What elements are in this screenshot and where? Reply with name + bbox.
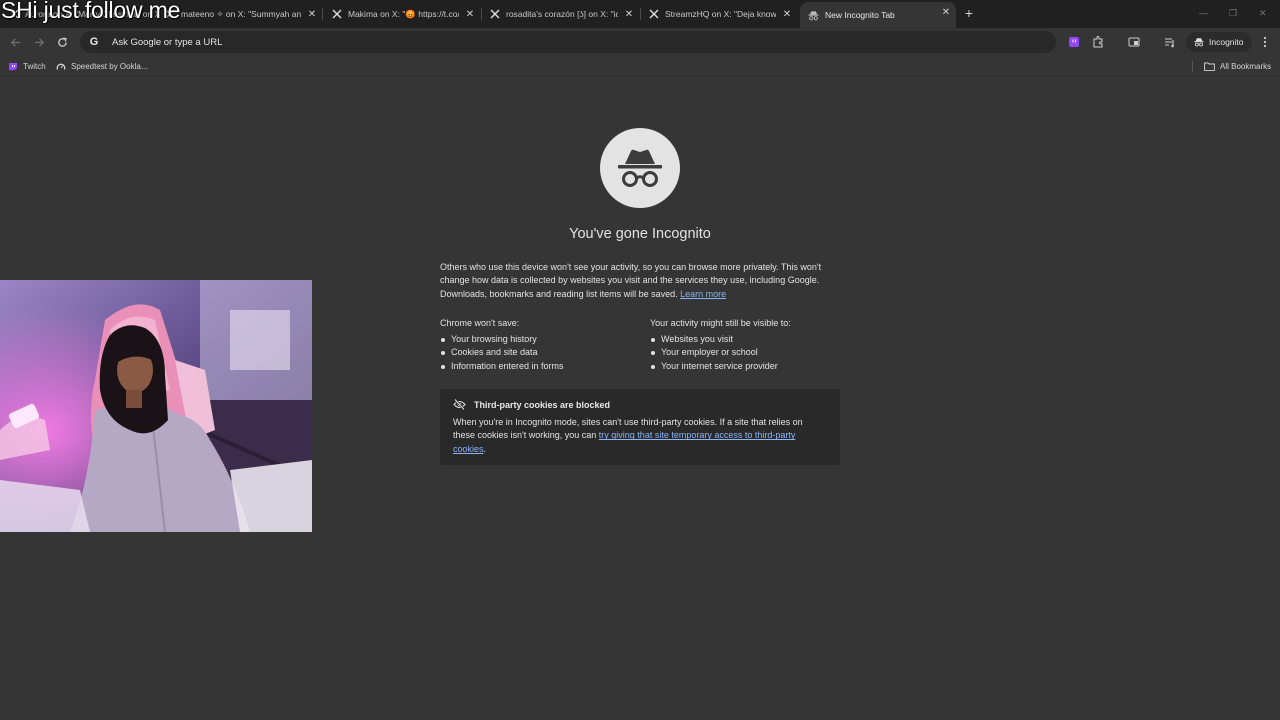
bookmarks-bar: Twitch Speedtest by Ookla... All Bookmar… (0, 56, 1280, 76)
close-icon[interactable]: ✕ (463, 7, 477, 21)
tab-title: mateeno ✧ on X: "Summyah and (181, 8, 301, 19)
still-visible-list: Websites you visit Your employer or scho… (650, 333, 850, 373)
tab-strip: Aurora on X: "Marry Christmas on X" mate… (0, 0, 1280, 28)
tab-title: Makima on X: "😡 https://t.co/ (348, 8, 459, 19)
list-item: Your employer or school (650, 346, 850, 359)
x-icon (648, 9, 659, 20)
close-icon[interactable]: ✕ (780, 7, 794, 21)
close-icon[interactable]: ✕ (622, 7, 636, 21)
eye-off-icon (453, 399, 466, 410)
incognito-profile-button[interactable]: Incognito (1186, 32, 1252, 52)
tab-5[interactable]: StreamzHQ on X: "Deja knows e ✕ (648, 4, 794, 24)
close-window-icon[interactable]: ✕ (1259, 8, 1267, 19)
list-item: Cookies and site data (440, 346, 640, 359)
x-icon (331, 9, 342, 20)
intro-paragraph: Others who use this device won't see you… (440, 261, 840, 301)
twitch-icon (8, 62, 18, 72)
wont-save-section: Chrome won't save: Your browsing history… (440, 317, 640, 373)
intro-text: Others who use this device won't see you… (440, 262, 822, 299)
cookie-card-header: Third-party cookies are blocked (453, 399, 827, 410)
tab-separator (640, 8, 641, 20)
cookie-card-end: . (483, 443, 487, 454)
bookmark-label: Twitch (23, 62, 46, 71)
tab-3[interactable]: Makima on X: "😡 https://t.co/ ✕ (331, 4, 477, 24)
webcam-overlay (0, 280, 312, 532)
tab-title: New Incognito Tab (825, 10, 895, 20)
still-visible-title: Your activity might still be visible to: (650, 317, 850, 330)
tab-separator (481, 8, 482, 20)
stream-overlay-caption: SHi just follow me (1, 0, 181, 23)
all-bookmarks-button[interactable]: All Bookmarks (1203, 60, 1271, 73)
close-icon[interactable]: ✕ (305, 7, 319, 21)
tab-new-incognito[interactable]: New Incognito Tab ✕ (800, 2, 956, 28)
new-tab-button[interactable]: + (962, 6, 976, 20)
speedtest-icon (56, 62, 66, 72)
list-item: Your browsing history (440, 333, 640, 346)
list-item: Websites you visit (650, 333, 850, 346)
third-party-cookies-card: Third-party cookies are blocked When you… (440, 389, 840, 465)
list-item: Your internet service provider (650, 360, 850, 373)
tab-2[interactable]: mateeno ✧ on X: "Summyah and ✕ (164, 4, 319, 24)
back-button[interactable] (8, 35, 22, 49)
all-bookmarks-label: All Bookmarks (1220, 62, 1272, 71)
incognito-icon (1194, 37, 1204, 47)
title-prefix: Chrome (440, 318, 475, 328)
folder-icon (1203, 62, 1215, 72)
learn-more-link[interactable]: Learn more (680, 289, 726, 299)
tab-separator (322, 8, 323, 20)
bookmark-label: Speedtest by Ookla... (71, 62, 148, 71)
incognito-logo-icon (600, 128, 680, 208)
x-icon (489, 9, 500, 20)
cookie-card-body: When you're in Incognito mode, sites can… (453, 416, 827, 456)
tab-4[interactable]: rosadita's corazón [ʖ] on X: "ice ✕ (489, 4, 636, 24)
extensions-icon[interactable] (1091, 35, 1105, 49)
tab-search-icon[interactable] (1127, 35, 1141, 49)
page-title: You've gone Incognito (569, 226, 711, 242)
tab-title: rosadita's corazón [ʖ] on X: "ice (506, 9, 618, 19)
profile-label: Incognito (1209, 37, 1244, 47)
bookmark-twitch[interactable]: Twitch (8, 60, 46, 73)
tab-title: StreamzHQ on X: "Deja knows e (665, 9, 776, 19)
toolbar: G Ask Google or type a URL Incognito (0, 28, 1280, 56)
title-emphasis: might still be visible (700, 318, 779, 328)
title-suffix: to: (778, 318, 791, 328)
cookie-card-title: Third-party cookies are blocked (474, 399, 611, 410)
minimize-icon[interactable]: — (1199, 8, 1208, 18)
media-controls-icon[interactable] (1163, 35, 1177, 49)
bookmark-speedtest[interactable]: Speedtest by Ookla... (56, 60, 148, 73)
title-emphasis: won't save: (474, 318, 520, 328)
restore-icon[interactable]: ❐ (1229, 8, 1237, 19)
wont-save-title: Chrome won't save: (440, 317, 640, 330)
bookmarks-separator (1192, 61, 1193, 72)
wont-save-list: Your browsing history Cookies and site d… (440, 333, 640, 373)
webcam-image (0, 280, 312, 532)
forward-button[interactable] (32, 35, 46, 49)
close-icon[interactable]: ✕ (939, 5, 953, 19)
list-item: Information entered in forms (440, 360, 640, 373)
omnibox-placeholder: Ask Google or type a URL (112, 36, 223, 48)
title-prefix: Your activity (650, 318, 701, 328)
twitch-extension-icon[interactable] (1067, 35, 1081, 49)
omnibox[interactable]: G Ask Google or type a URL (80, 31, 1056, 53)
incognito-icon (808, 10, 819, 21)
menu-icon[interactable] (1258, 35, 1272, 49)
google-icon: G (89, 36, 99, 48)
reload-button[interactable] (55, 35, 69, 49)
still-visible-section: Your activity might still be visible to:… (650, 317, 850, 373)
